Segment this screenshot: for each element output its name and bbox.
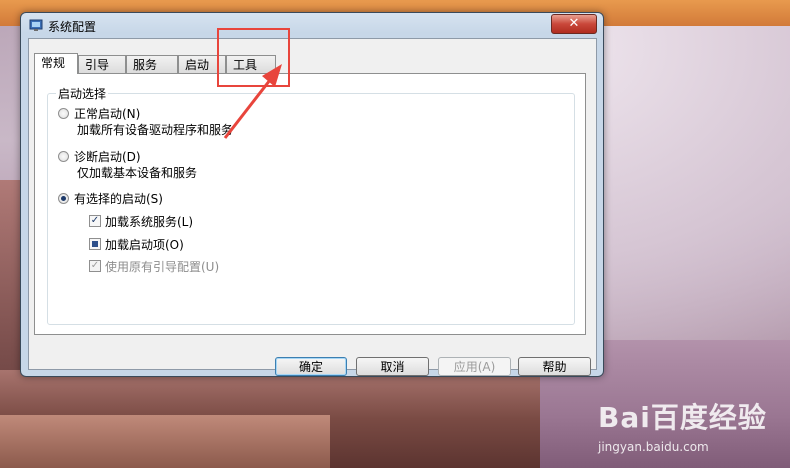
tab-general[interactable]: 常规 bbox=[34, 53, 78, 74]
annotation-arrow-icon bbox=[223, 64, 282, 139]
